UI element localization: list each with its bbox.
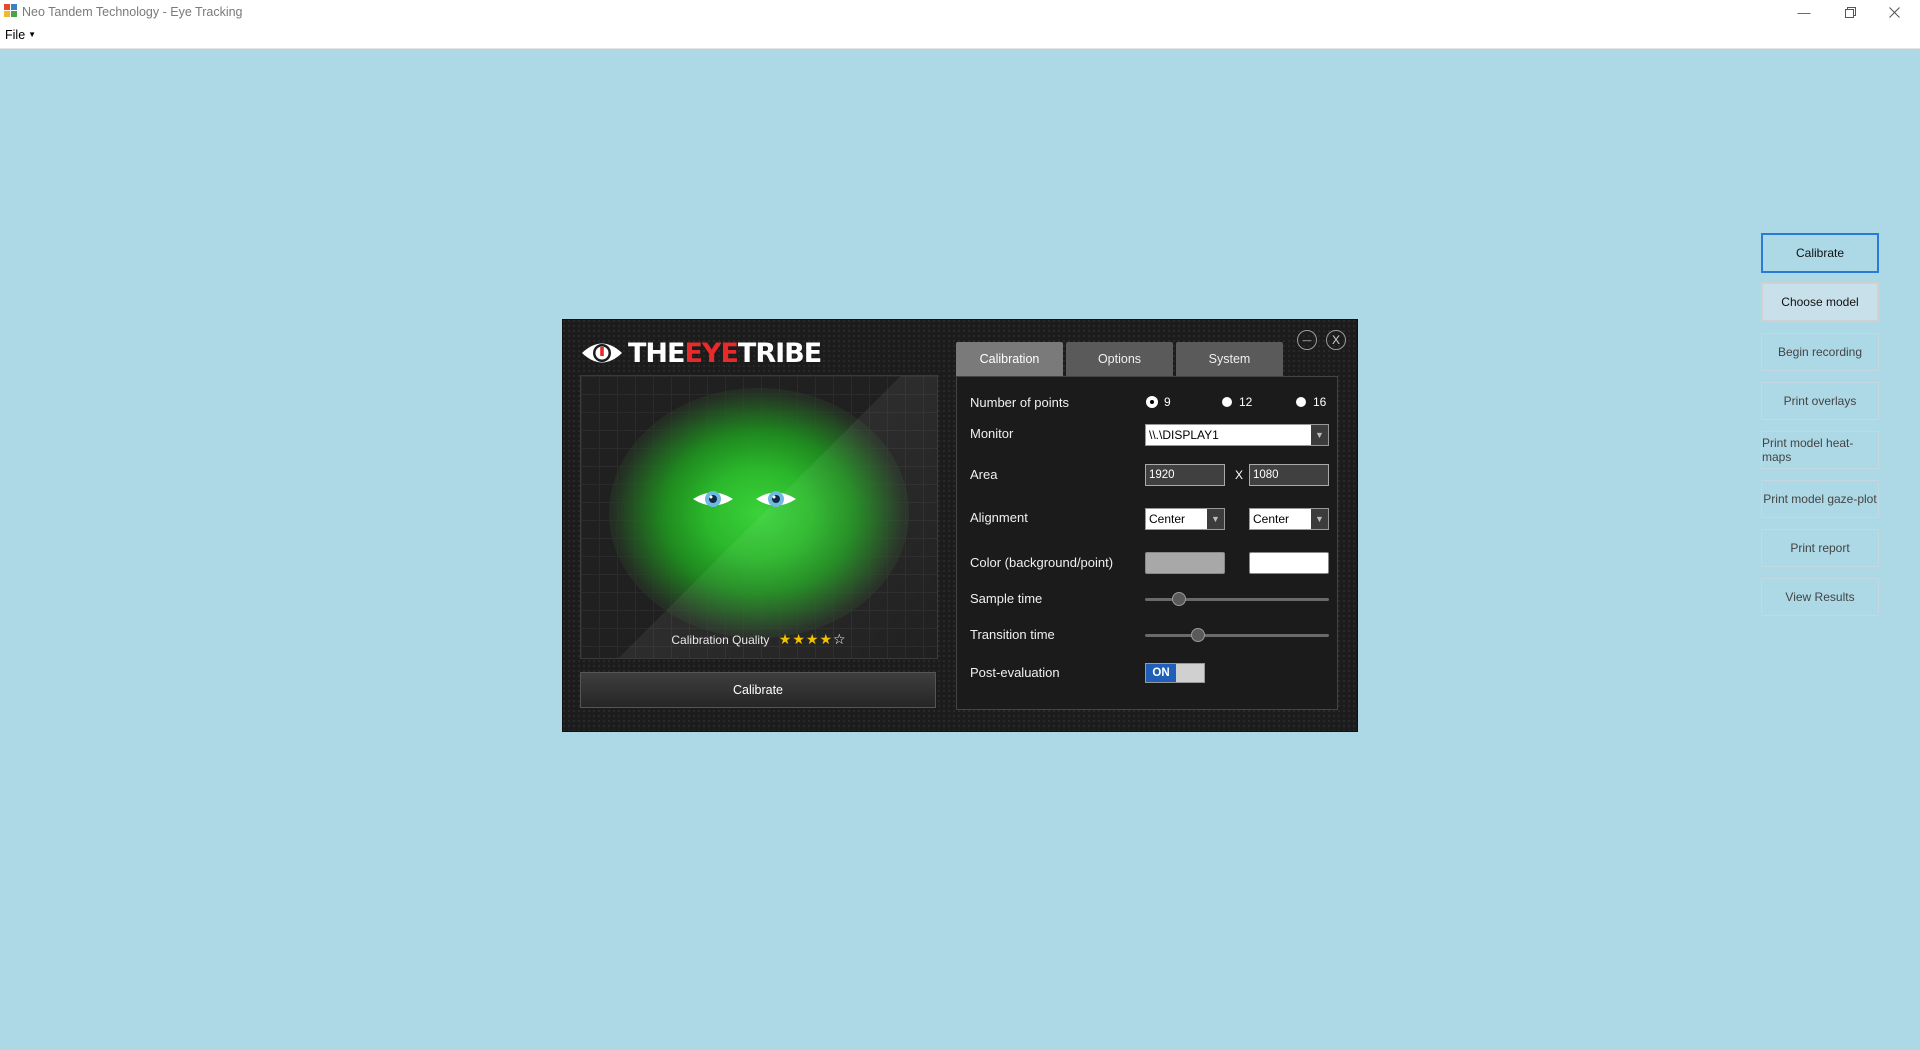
menu-file[interactable]: File ▼ [5, 28, 36, 42]
sample-time-label: Sample time [970, 591, 1043, 606]
tab-calibration-label: Calibration [979, 352, 1040, 366]
post-evaluation-label: Post-evaluation [970, 665, 1060, 680]
area-height-value: 1080 [1253, 469, 1279, 481]
star-icon: ★ [819, 631, 834, 647]
radio-icon [1222, 397, 1232, 407]
area-width-value: 1920 [1149, 469, 1175, 481]
calibration-quality-label: Calibration Quality [671, 633, 770, 647]
radio-selected-icon [1147, 397, 1157, 407]
eyetribe-panel: THEEYETRIBE — X Calibration Quality ★★★★… [563, 320, 1357, 731]
minimize-icon: — [1797, 4, 1811, 20]
calibrate-side-button[interactable]: Calibrate [1761, 233, 1879, 273]
calibration-quality: Calibration Quality ★★★★☆ [581, 631, 937, 648]
monitor-value: \\.\DISPLAY1 [1149, 428, 1219, 442]
choose-model-button[interactable]: Choose model [1761, 282, 1879, 322]
tab-calibration[interactable]: Calibration [956, 342, 1063, 376]
quality-star-rating: ★★★★☆ [779, 631, 847, 647]
points-option-12: 12 [1239, 395, 1253, 409]
close-icon [1888, 6, 1900, 18]
points-option-9: 9 [1164, 395, 1171, 409]
monitor-label: Monitor [970, 426, 1014, 441]
sample-time-slider-handle[interactable] [1172, 592, 1187, 606]
title-bar: Neo Tandem Technology - Eye Tracking — [0, 0, 1920, 24]
points-radio-12[interactable]: 12 [1222, 395, 1252, 409]
points-label: Number of points [970, 395, 1069, 410]
calibrate-button-label: Calibrate [732, 683, 784, 697]
restore-icon [1844, 6, 1856, 18]
logo-text: THEEYETRIBE [628, 337, 822, 369]
transition-time-slider[interactable] [1145, 634, 1329, 637]
window-title: Neo Tandem Technology - Eye Tracking [22, 5, 243, 19]
chevron-down-icon: ▼ [28, 30, 37, 39]
print-report-label: Print report [1790, 541, 1850, 555]
alignment-label: Alignment [970, 510, 1028, 525]
print-overlays-button[interactable]: Print overlays [1761, 382, 1879, 420]
print-overlays-label: Print overlays [1783, 394, 1857, 408]
color-label: Color (background/point) [970, 555, 1114, 570]
begin-recording-button[interactable]: Begin recording [1761, 333, 1879, 371]
tab-options-label: Options [1097, 352, 1142, 366]
panel-minimize-button[interactable]: — [1297, 330, 1317, 350]
logo-tribe: TRIBE [737, 337, 822, 369]
print-heat-maps-button[interactable]: Print model heat-maps [1761, 431, 1879, 469]
area-label: Area [970, 467, 998, 482]
settings-tabs: Calibration Options System [956, 342, 1286, 376]
background-color-swatch[interactable] [1145, 552, 1225, 574]
calibration-settings: Number of points 9 12 16 Monitor \\.\DIS… [956, 376, 1338, 710]
points-radio-16[interactable]: 16 [1296, 395, 1326, 409]
transition-time-slider-handle[interactable] [1190, 628, 1205, 642]
star-icon: ★ [792, 631, 806, 647]
eyetribe-logo: THEEYETRIBE [580, 336, 822, 370]
menu-bar: File ▼ [0, 24, 1920, 49]
menu-file-label: File [5, 28, 26, 42]
calibrate-button[interactable]: Calibrate [580, 672, 936, 708]
alignment-horizontal-value: Center [1149, 512, 1186, 526]
monitor-select[interactable]: \\.\DISPLAY1 ▼ [1145, 424, 1329, 446]
tab-system-label: System [1208, 352, 1251, 366]
preview-sheen [581, 376, 937, 658]
panel-close-button[interactable]: X [1326, 330, 1346, 350]
alignment-horizontal-select[interactable]: Center ▼ [1145, 508, 1225, 530]
minimize-window-button[interactable]: — [1782, 0, 1826, 24]
chevron-down-icon: ▼ [1311, 425, 1328, 445]
star-outline-icon: ☆ [833, 631, 847, 647]
chevron-down-icon: ▼ [1207, 509, 1224, 529]
post-evaluation-toggle[interactable]: ON [1145, 663, 1205, 683]
view-results-label: View Results [1785, 590, 1855, 604]
logo-eye: EYE [684, 337, 738, 369]
logo-the: THE [628, 337, 685, 369]
alignment-vertical-select[interactable]: Center ▼ [1249, 508, 1329, 530]
star-icon: ★ [778, 631, 793, 647]
calibrate-side-label: Calibrate [1795, 246, 1845, 260]
print-gaze-plot-button[interactable]: Print model gaze-plot [1761, 480, 1879, 518]
print-heat-maps-label: Print model heat-maps [1762, 436, 1854, 464]
radio-icon [1296, 397, 1306, 407]
eyes-icon [693, 491, 796, 507]
chevron-down-icon: ▼ [1311, 509, 1328, 529]
tab-options[interactable]: Options [1066, 342, 1173, 376]
transition-time-label: Transition time [970, 627, 1055, 642]
tracking-preview: Calibration Quality ★★★★☆ [580, 375, 938, 659]
area-width-field[interactable]: 1920 [1145, 464, 1225, 486]
area-height-field[interactable]: 1080 [1249, 464, 1329, 486]
view-results-button[interactable]: View Results [1761, 578, 1879, 616]
point-color-swatch[interactable] [1249, 552, 1329, 574]
close-icon: X [1331, 333, 1340, 347]
begin-recording-label: Begin recording [1777, 345, 1863, 359]
print-report-button[interactable]: Print report [1761, 529, 1879, 567]
points-option-16: 16 [1313, 395, 1327, 409]
area-separator: X [1235, 468, 1244, 482]
star-icon: ★ [805, 631, 820, 647]
restore-window-button[interactable] [1828, 0, 1872, 24]
print-gaze-plot-label: Print model gaze-plot [1763, 492, 1877, 506]
choose-model-label: Choose model [1781, 295, 1859, 309]
eye-logo-icon [582, 343, 622, 363]
points-radio-9[interactable]: 9 [1147, 395, 1171, 409]
minimize-icon: — [1302, 335, 1312, 345]
app-icon [4, 4, 17, 17]
tab-system[interactable]: System [1176, 342, 1283, 376]
alignment-vertical-value: Center [1253, 512, 1290, 526]
post-evaluation-on-label: ON [1146, 664, 1176, 682]
close-window-button[interactable] [1872, 0, 1916, 24]
